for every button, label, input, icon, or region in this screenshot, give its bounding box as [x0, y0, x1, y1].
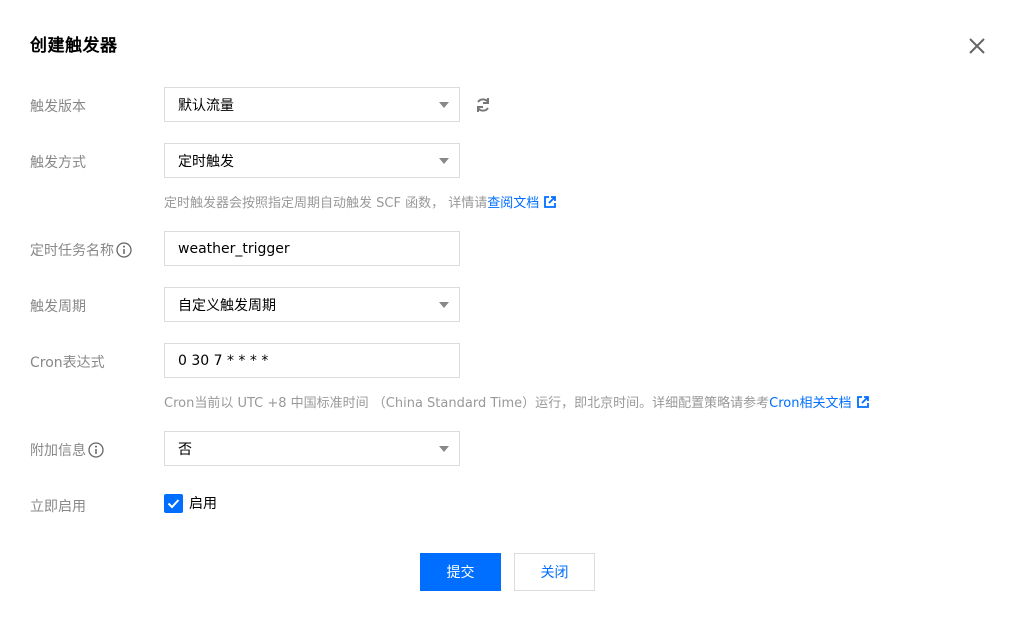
extra-label: 附加信息 — [30, 440, 104, 460]
cron-label: Cron表达式 — [30, 355, 105, 371]
version-label: 触发版本 — [30, 99, 86, 115]
method-label: 触发方式 — [30, 155, 86, 171]
enable-checkbox[interactable]: 启用 — [164, 493, 217, 513]
enable-checkbox-label: 启用 — [189, 496, 217, 512]
chevron-down-icon — [439, 102, 449, 108]
info-icon[interactable] — [116, 242, 132, 258]
cron-docs-link[interactable]: Cron相关文档 — [769, 392, 851, 411]
refresh-icon[interactable] — [474, 96, 492, 114]
period-select[interactable]: 自定义触发周期 — [164, 287, 460, 322]
info-icon[interactable] — [88, 442, 104, 458]
method-help-text: 定时触发器会按照指定周期自动触发 SCF 函数， 详情请 — [164, 196, 488, 211]
task-name-label: 定时任务名称 — [30, 240, 132, 260]
period-label: 触发周期 — [30, 299, 86, 315]
submit-button[interactable]: 提交 — [420, 553, 501, 591]
version-select[interactable]: 默认流量 — [164, 87, 460, 122]
docs-link[interactable]: 查阅文档 — [487, 192, 539, 211]
external-link-icon[interactable] — [544, 195, 557, 208]
task-name-value: weather_trigger — [178, 240, 290, 257]
extra-select[interactable]: 否 — [164, 431, 460, 466]
checkmark-icon — [167, 498, 180, 508]
external-link-icon[interactable] — [856, 395, 869, 408]
method-help: 定时触发器会按照指定周期自动触发 SCF 函数， 详情请 查阅文档 — [164, 192, 557, 211]
method-select[interactable]: 定时触发 — [164, 143, 460, 178]
chevron-down-icon — [439, 302, 449, 308]
task-name-input[interactable]: weather_trigger — [164, 231, 460, 266]
chevron-down-icon — [439, 446, 449, 452]
enable-label: 立即启用 — [30, 499, 86, 515]
checkbox-box[interactable] — [164, 493, 183, 513]
extra-select-value: 否 — [178, 441, 192, 458]
create-trigger-dialog: 创建触发器 触发版本 默认流量 触发方式 定时触发 定时触发器会按照指定周期自动… — [0, 0, 1016, 622]
version-select-value: 默认流量 — [178, 97, 234, 114]
method-select-value: 定时触发 — [178, 153, 234, 170]
close-icon[interactable] — [966, 35, 988, 57]
dialog-title: 创建触发器 — [30, 36, 118, 56]
chevron-down-icon — [439, 158, 449, 164]
cron-value: 0 30 7 * * * * — [178, 352, 269, 369]
cron-help-text: Cron当前以 UTC +8 中国标准时间 （China Standard Ti… — [164, 396, 770, 411]
cron-help: Cron当前以 UTC +8 中国标准时间 （China Standard Ti… — [164, 392, 869, 411]
close-button[interactable]: 关闭 — [514, 553, 595, 591]
cron-input[interactable]: 0 30 7 * * * * — [164, 343, 460, 378]
period-select-value: 自定义触发周期 — [178, 297, 276, 314]
